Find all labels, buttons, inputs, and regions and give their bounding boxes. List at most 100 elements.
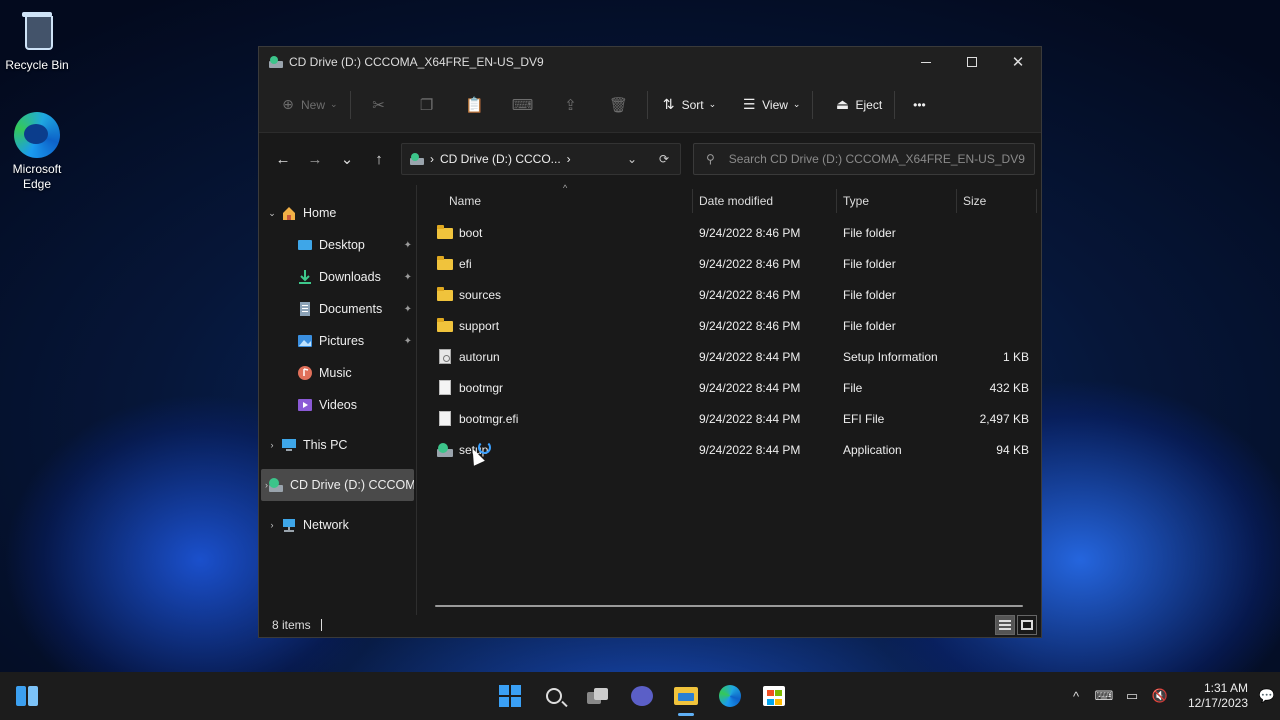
setup-application-icon	[437, 442, 453, 457]
sidebar-item-label: Videos	[319, 398, 357, 412]
file-name: bootmgr.efi	[459, 411, 519, 426]
sidebar-item-videos[interactable]: Videos	[259, 389, 416, 421]
clipboard-icon: 📋	[465, 96, 484, 114]
column-header-type[interactable]: Type	[837, 189, 957, 213]
cut-button[interactable]: ✂	[355, 89, 403, 121]
cd-drive-icon	[269, 478, 283, 492]
breadcrumb-chevron-icon[interactable]: ›	[567, 152, 571, 166]
search-input[interactable]	[728, 152, 1029, 166]
file-type: File folder	[843, 225, 896, 240]
address-dropdown-icon[interactable]: ⌄	[616, 152, 648, 166]
folder-icon	[437, 225, 453, 239]
store-taskbar-button[interactable]	[752, 676, 796, 716]
file-row-boot[interactable]: boot 9/24/2022 8:46 PM File folder	[437, 217, 1041, 248]
view-button[interactable]: ☰ View ⌄	[732, 89, 808, 121]
trash-icon: 🗑	[609, 96, 629, 114]
sidebar-item-pictures[interactable]: Pictures ✦	[259, 325, 416, 357]
address-bar[interactable]: › CD Drive (D:) CCCO... › ⌄ ⟳	[401, 143, 681, 175]
volume-muted-icon[interactable]: 🔇	[1146, 688, 1174, 704]
file-row-support[interactable]: support 9/24/2022 8:46 PM File folder	[437, 310, 1041, 341]
pin-icon: ✦	[403, 335, 412, 347]
sidebar-item-desktop[interactable]: Desktop ✦	[259, 229, 416, 261]
sidebar-item-home[interactable]: ⌄ Home	[259, 197, 416, 229]
horizontal-scrollbar[interactable]	[435, 605, 1023, 607]
taskbar-search-button[interactable]	[532, 676, 576, 716]
sidebar-item-label: Pictures	[319, 334, 365, 348]
edge-taskbar-button[interactable]	[708, 676, 752, 716]
notification-icon[interactable]: 💬	[1254, 688, 1280, 704]
network-status-icon[interactable]: ▭	[1118, 688, 1146, 704]
eject-button[interactable]: ⏏ Eject	[825, 89, 890, 121]
rename-button[interactable]: ⌨	[499, 89, 547, 121]
back-button[interactable]: ←	[267, 143, 299, 175]
view-toggle	[993, 615, 1037, 635]
forward-button[interactable]: →	[299, 143, 331, 175]
close-button[interactable]: ✕	[995, 47, 1041, 77]
file-row-sources[interactable]: sources 9/24/2022 8:46 PM File folder	[437, 279, 1041, 310]
sidebar-item-downloads[interactable]: Downloads ✦	[259, 261, 416, 293]
widgets-button[interactable]	[14, 684, 40, 708]
expand-icon[interactable]: ›	[263, 520, 281, 530]
new-button[interactable]: ⊕ New ⌄	[271, 89, 346, 121]
refresh-icon[interactable]: ⟳	[648, 152, 680, 166]
delete-button[interactable]: 🗑	[595, 89, 643, 121]
column-header-size[interactable]: Size	[957, 189, 1037, 213]
videos-icon	[298, 399, 312, 411]
file-row-autorun[interactable]: autorun 9/24/2022 8:44 PM Setup Informat…	[437, 341, 1041, 372]
file-size: 432 KB	[989, 380, 1029, 395]
desktop-icon-label: Recycle Bin	[5, 58, 69, 72]
breadcrumb[interactable]: CD Drive (D:) CCCO...	[440, 152, 561, 166]
sidebar-item-network[interactable]: › Network	[259, 509, 416, 541]
search-box[interactable]: ⚲	[693, 143, 1035, 175]
sidebar-item-music[interactable]: Music	[259, 357, 416, 389]
desktop-icon-recycle-bin[interactable]: Recycle Bin	[0, 6, 74, 73]
start-button[interactable]	[488, 676, 532, 716]
pictures-icon	[298, 335, 312, 347]
details-view-icon	[999, 620, 1011, 630]
column-header-date[interactable]: Date modified	[693, 189, 837, 213]
file-explorer-icon	[674, 687, 698, 705]
more-options-button[interactable]: •••	[905, 89, 934, 121]
taskbar-apps	[488, 676, 796, 716]
copy-button[interactable]: ❐	[403, 89, 451, 121]
minimize-button[interactable]	[903, 47, 949, 77]
sidebar-item-cd-drive[interactable]: › CD Drive (D:) CCCOMA_X64FRE_EN-US_DV9	[261, 469, 414, 501]
file-row-efi[interactable]: efi 9/24/2022 8:46 PM File folder	[437, 248, 1041, 279]
keyboard-icon[interactable]: ⌨	[1090, 688, 1118, 704]
up-button[interactable]: ↑	[363, 143, 395, 175]
expand-icon[interactable]: ›	[263, 440, 281, 450]
file-explorer-taskbar-button[interactable]	[664, 676, 708, 716]
file-row-bootmgr-efi[interactable]: bootmgr.efi 9/24/2022 8:44 PM EFI File 2…	[437, 403, 1041, 434]
navigation-pane: ⌄ Home Desktop ✦ Downloads ✦ Documents ✦	[259, 185, 417, 615]
search-icon	[546, 688, 562, 704]
paste-button[interactable]: 📋	[451, 89, 499, 121]
show-hidden-icons-button[interactable]: ^	[1062, 689, 1090, 704]
maximize-button[interactable]	[949, 47, 995, 77]
file-row-setup[interactable]: setup 9/24/2022 8:44 PM Application 94 K…	[437, 434, 1041, 465]
tiles-view-button[interactable]	[1017, 615, 1037, 635]
file-row-bootmgr[interactable]: bootmgr 9/24/2022 8:44 PM File 432 KB	[437, 372, 1041, 403]
file-name: boot	[459, 225, 483, 240]
sort-ascending-icon: ^	[563, 183, 568, 193]
download-icon	[299, 270, 311, 284]
collapse-icon[interactable]: ⌄	[263, 208, 281, 219]
sidebar-item-documents[interactable]: Documents ✦	[259, 293, 416, 325]
details-view-button[interactable]	[995, 615, 1015, 635]
desktop-icon-edge[interactable]: Microsoft Edge	[0, 112, 74, 192]
sidebar-item-this-pc[interactable]: › This PC	[259, 429, 416, 461]
file-name: autorun	[459, 349, 500, 364]
clock[interactable]: 1:31 AM 12/17/2023	[1178, 681, 1248, 711]
network-icon	[283, 519, 295, 532]
share-button[interactable]: ⇪	[547, 89, 595, 121]
file-date: 9/24/2022 8:44 PM	[699, 349, 801, 364]
task-view-button[interactable]	[576, 676, 620, 716]
sort-button[interactable]: ⇅ Sort ⌄	[652, 89, 725, 121]
recent-locations-button[interactable]: ⌄	[331, 143, 363, 175]
chat-button[interactable]	[620, 676, 664, 716]
plus-circle-icon: ⊕	[282, 96, 294, 112]
title-bar[interactable]: CD Drive (D:) CCCOMA_X64FRE_EN-US_DV9 ✕	[259, 47, 1041, 77]
chevron-down-icon: ⌄	[708, 99, 717, 109]
search-icon: ⚲	[706, 152, 715, 166]
